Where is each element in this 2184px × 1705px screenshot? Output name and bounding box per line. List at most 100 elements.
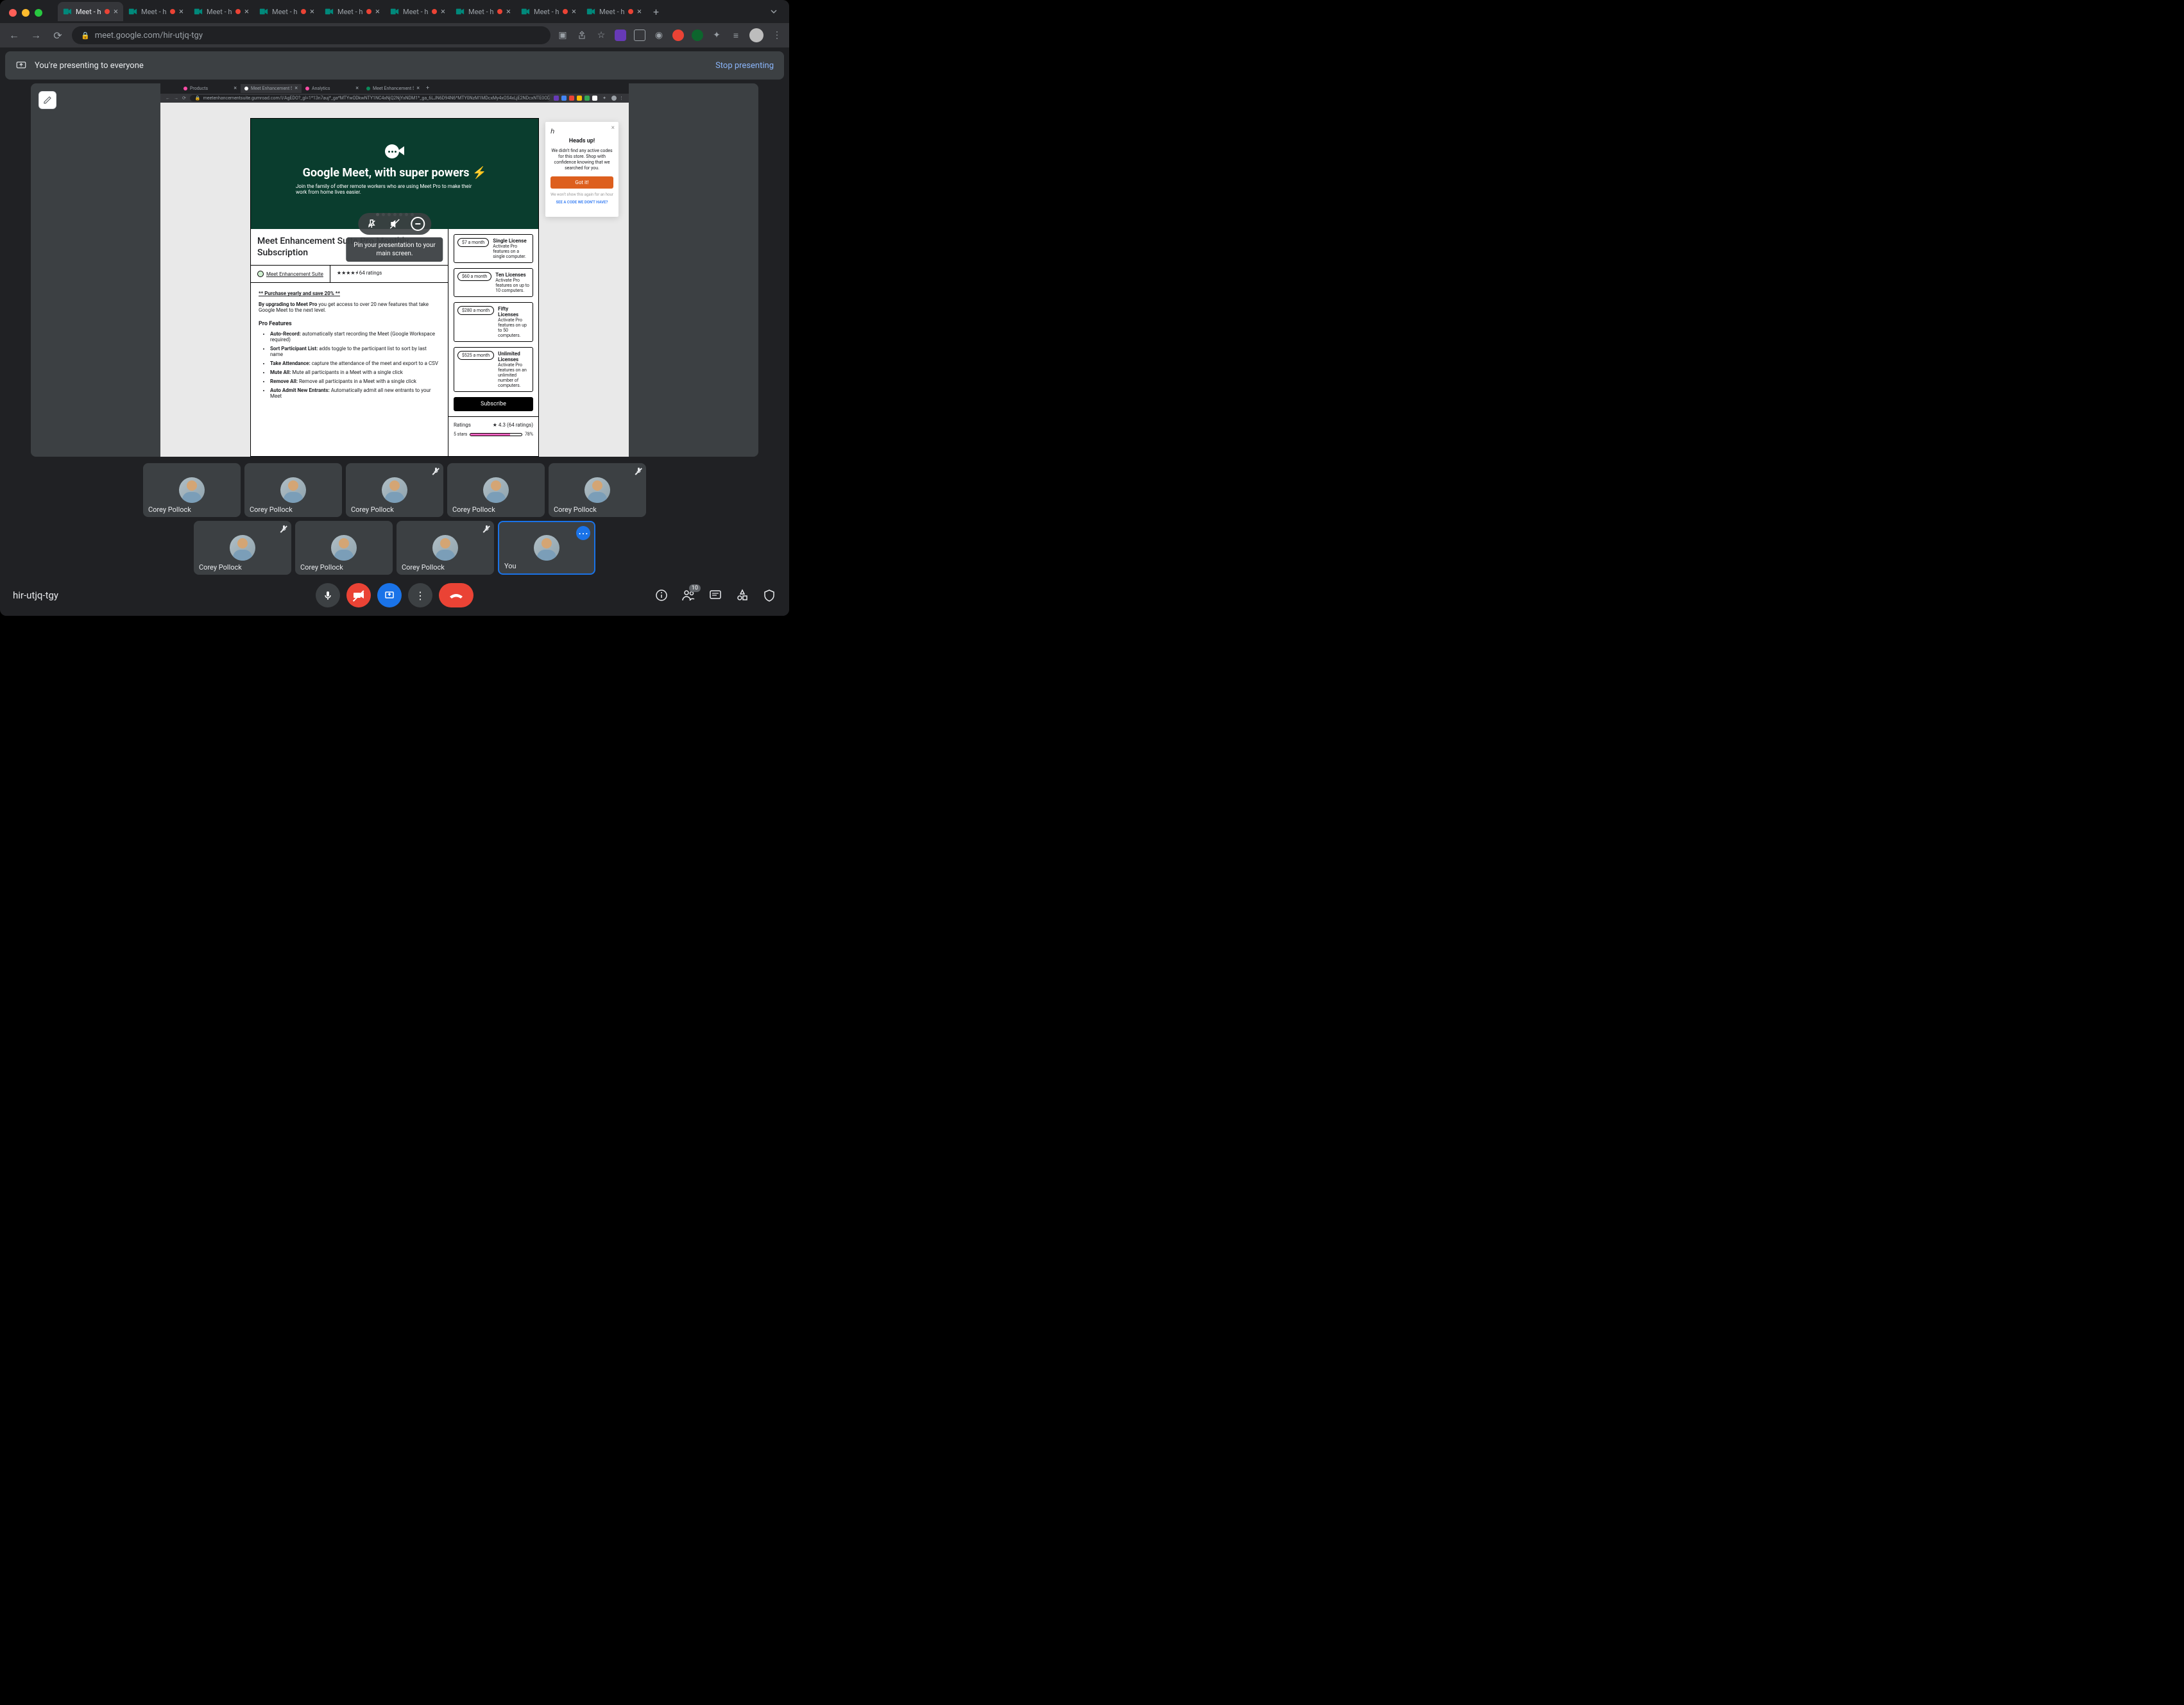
present-button[interactable] [377,583,402,607]
address-bar[interactable]: 🔒 meet.google.com/hir-utjq-tgy [72,26,550,44]
product-description: ** Purchase yearly and save 20% ** By up… [251,283,448,410]
meet-favicon-icon [390,7,399,16]
mute-audio-icon[interactable] [388,217,402,231]
stop-presenting-button[interactable]: Stop presenting [715,61,774,71]
tab-close-icon[interactable]: × [441,7,445,17]
kebab-menu-icon[interactable]: ⋮ [771,30,783,41]
tab-close-icon[interactable]: × [506,7,511,17]
reload-button[interactable]: ⟳ [50,30,65,42]
rating-bar-5stars: 5 stars 78% [454,432,533,437]
host-controls-button[interactable] [762,588,776,602]
price-option[interactable]: $60 a monthTen LicensesActivate Pro feat… [454,268,533,297]
info-button[interactable] [654,588,669,602]
participant-tile[interactable]: Corey Pollock [397,521,494,575]
forward-button[interactable]: → [28,29,44,42]
avatar-icon [382,477,407,503]
participant-name: Corey Pollock [351,505,394,514]
browser-tab[interactable]: Meet - hir-u× [123,2,189,21]
star-icon[interactable]: ☆ [595,30,607,41]
mic-button[interactable] [316,583,340,607]
tab-title: Meet - hir-u [403,8,428,16]
participant-tile[interactable]: Corey Pollock [143,463,241,517]
tab-close-icon[interactable]: × [637,7,642,17]
price-option[interactable]: $280 a monthFifty LicensesActivate Pro f… [454,302,533,342]
headsup-link[interactable]: SEE A CODE WE DON'T HAVE? [550,200,613,205]
headsup-title: Heads up! [550,138,613,144]
participant-tile[interactable]: Corey Pollock [295,521,393,575]
avatar-icon [534,535,559,561]
participant-tile[interactable]: Corey Pollock [549,463,646,517]
remove-icon[interactable] [411,217,425,231]
browser-tab[interactable]: Meet - hir-u× [450,2,516,21]
headsup-popup: × ℎ Heads up! We didn't find any active … [545,122,619,217]
browser-tab[interactable]: Meet - hir-u× [58,2,123,21]
more-actions-icon[interactable]: ⋯ [576,526,590,540]
participant-name: Corey Pollock [402,563,445,572]
extension-icons: ▣ ☆ ◉ ✦ ≡ ⋮ [557,28,783,42]
browser-tab[interactable]: Meet - hir-u × [385,2,450,21]
tab-overflow-button[interactable] [765,8,783,15]
tab-close-icon[interactable]: × [114,7,118,17]
end-call-button[interactable] [439,583,473,607]
participant-tile[interactable]: Corey Pollock [244,463,342,517]
share-icon[interactable] [576,30,588,41]
avatar-icon [179,477,205,503]
headsup-dismiss-text: We won't show this again for an hour [550,192,613,198]
profile-avatar[interactable] [749,28,764,42]
more-options-button[interactable]: ⋮ [408,583,432,607]
extension-1-icon[interactable] [615,30,626,41]
meet-favicon-icon [259,7,268,16]
activities-button[interactable] [735,588,749,602]
main-stage: Products×Meet Enhancement Suite Pro×Anal… [0,83,789,575]
people-button[interactable]: 10 [681,588,695,602]
recording-indicator-icon [301,9,306,14]
chat-button[interactable] [708,588,722,602]
extensions-puzzle-icon[interactable]: ✦ [711,30,722,41]
extension-5-icon[interactable] [692,30,703,41]
participant-tile[interactable]: Corey Pollock [194,521,291,575]
product-author[interactable]: Meet Enhancement Suite [251,266,330,282]
feature-item: Sort Participant List: adds toggle to th… [270,346,440,357]
back-button[interactable]: ← [6,29,22,42]
tab-close-icon[interactable]: × [244,7,249,17]
tab-close-icon[interactable]: × [310,7,314,17]
participant-tile[interactable]: Corey Pollock [447,463,545,517]
participant-name: Corey Pollock [148,505,191,514]
subscribe-button[interactable]: Subscribe [454,397,533,411]
edit-layout-button[interactable] [38,91,56,109]
pricing-sidebar: $7 a monthSingle LicenseActivate Pro fea… [448,229,538,456]
tab-close-icon[interactable]: × [572,7,576,17]
browser-tab[interactable]: Meet - hir-u× [581,2,647,21]
pin-icon[interactable] [364,217,379,231]
browser-tab[interactable]: Meet - hir-u× [516,2,581,21]
new-tab-button[interactable]: + [647,6,665,18]
extension-3-icon[interactable]: ◉ [653,30,665,41]
participant-tile[interactable]: Corey Pollock [346,463,443,517]
recording-indicator-icon [563,9,568,14]
shared-tab-strip: Products×Meet Enhancement Suite Pro×Anal… [160,83,629,94]
tab-close-icon[interactable]: × [375,7,380,17]
lock-icon: 🔒 [81,31,90,40]
participant-name: Corey Pollock [554,505,597,514]
window-close[interactable] [9,9,17,17]
headsup-close-icon[interactable]: × [611,124,615,131]
window-maximize[interactable] [35,9,42,17]
price-badge: $7 a month [457,238,489,247]
browser-tab[interactable]: Meet - hir-u× [320,2,385,21]
cast-icon[interactable]: ▣ [557,30,568,41]
ratings-score: ★ 4.3 (64 ratings) [493,422,533,428]
extension-4-icon[interactable] [672,30,684,41]
price-option[interactable]: $7 a monthSingle LicenseActivate Pro fea… [454,234,533,263]
participant-self[interactable]: You⋯ [498,521,595,575]
browser-tab[interactable]: Meet - hir-u× [189,2,254,21]
price-option[interactable]: $525 a monthUnlimited LicensesActivate P… [454,347,533,392]
participant-filmstrip: Corey PollockCorey PollockCorey PollockC… [31,463,758,575]
shared-url-bar: 🔒meetenhancementsuite.gumroad.com/l/AgED… [190,95,550,101]
extension-2-icon[interactable] [634,30,645,41]
tab-close-icon[interactable]: × [179,7,183,17]
browser-tab[interactable]: Meet - hir-u× [254,2,320,21]
camera-button[interactable] [346,583,371,607]
menu-list-icon[interactable]: ≡ [730,30,742,41]
headsup-gotit-button[interactable]: Got it! [550,176,613,189]
window-minimize[interactable] [22,9,30,17]
